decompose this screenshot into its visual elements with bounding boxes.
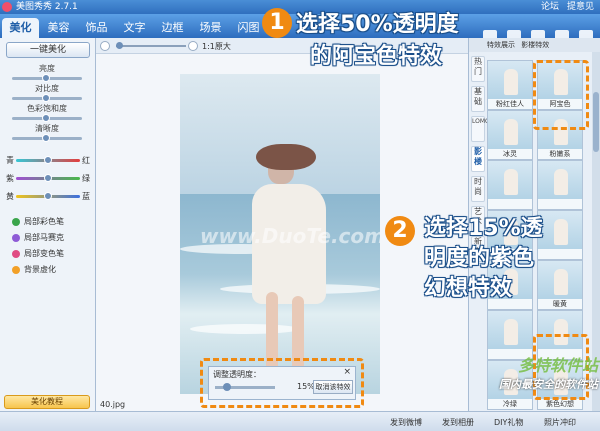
thumb-figure xyxy=(504,319,518,345)
thumb-figure xyxy=(504,119,518,145)
effect-thumb-label xyxy=(488,199,532,209)
app-logo-icon xyxy=(2,2,12,12)
share-album-link[interactable]: 发到相册 xyxy=(442,417,474,428)
step-2-badge: 2 xyxy=(385,216,415,246)
effect-thumb[interactable] xyxy=(537,160,583,210)
tab-scene[interactable]: 场景 xyxy=(192,18,229,38)
window-title: 美图秀秀 2.7.1 xyxy=(16,2,78,12)
zoom-out-icon[interactable] xyxy=(100,41,110,51)
effects-tabs: 特效展示 影楼特效 xyxy=(469,38,600,52)
step-2-line-3: 幻想特效 xyxy=(424,276,513,301)
effect-thumb[interactable]: 暖黄 xyxy=(537,260,583,310)
effect-thumb-label: 粉红佳人 xyxy=(488,99,532,109)
zoom-slider[interactable] xyxy=(116,42,186,49)
transparency-panel: 调整透明度： × 15% 取消该特效 xyxy=(208,366,356,400)
slider-knob[interactable] xyxy=(42,134,50,142)
abao-highlight xyxy=(533,60,589,130)
status-bar: 发到微博 发到相册 DIY礼物 照片冲印 xyxy=(0,411,600,431)
tab-studio-effect[interactable]: 影楼特效 xyxy=(521,41,549,49)
slider-knob[interactable] xyxy=(42,94,50,102)
share-weibo-link[interactable]: 发到微博 xyxy=(390,417,422,428)
effect-thumb[interactable] xyxy=(537,210,583,260)
local-mosaic-tool[interactable]: 局部马赛克 xyxy=(12,232,64,244)
left-panel: 一键美化 亮度 对比度 色彩饱和度 清晰度 青 红 紫 绿 黄 蓝 局部彩色笔 … xyxy=(0,38,96,431)
effect-thumb-label: 粉嫩系 xyxy=(538,149,582,159)
recolor-pen-icon xyxy=(12,250,20,258)
tab-accessories[interactable]: 饰品 xyxy=(78,18,115,38)
file-name: 40.jpg xyxy=(100,400,126,409)
zoom-knob[interactable] xyxy=(116,42,123,49)
slider-knob[interactable] xyxy=(42,114,50,122)
background-blur-tool[interactable]: 背景虚化 xyxy=(12,264,56,276)
effect-thumb-label xyxy=(538,199,582,209)
category-hot[interactable]: 热门 xyxy=(471,56,485,82)
thumb-figure xyxy=(504,169,518,195)
category-studio[interactable]: 影楼 xyxy=(471,146,485,172)
sharpness-slider[interactable]: 清晰度 xyxy=(4,124,90,143)
yellow-blue-slider[interactable]: 黄 蓝 xyxy=(4,190,92,202)
effect-thumb[interactable]: 粉红佳人 xyxy=(487,60,533,110)
photo-print-link[interactable]: 照片冲印 xyxy=(544,417,576,428)
beautify-tutorial-button[interactable]: 美化教程 xyxy=(4,395,90,409)
thumb-figure xyxy=(554,269,568,295)
thumb-figure xyxy=(504,69,518,95)
tab-text[interactable]: 文字 xyxy=(116,18,153,38)
slider-knob[interactable] xyxy=(44,192,52,200)
step-1-badge: 1 xyxy=(262,8,292,38)
local-color-pen-tool[interactable]: 局部彩色笔 xyxy=(12,216,64,228)
site-brand-logo: 多特软件站 国内最安全的软件站 xyxy=(499,356,598,391)
effect-thumb-label: 冷绿 xyxy=(488,399,532,409)
effect-thumb-label: 暖黄 xyxy=(538,299,582,309)
slider-knob[interactable] xyxy=(44,156,52,164)
mosaic-icon xyxy=(12,234,20,242)
purple-green-slider[interactable]: 紫 绿 xyxy=(4,172,92,184)
transparency-slider[interactable] xyxy=(215,383,275,391)
app-window: 美图秀秀 2.7.1 论坛 提意见 美化 美容 饰品 文字 边框 场景 闪图 打… xyxy=(0,0,600,431)
forum-link[interactable]: 论坛 xyxy=(541,0,559,14)
step-2-line-2: 明度的紫色 xyxy=(424,246,535,271)
one-key-beautify-button[interactable]: 一键美化 xyxy=(6,42,90,58)
slider-knob[interactable] xyxy=(223,383,231,391)
close-icon[interactable]: × xyxy=(343,367,351,377)
tab-effect-show[interactable]: 特效展示 xyxy=(487,41,515,49)
blur-icon xyxy=(12,266,20,274)
effect-thumb-label: 紫色幻想 xyxy=(538,399,582,409)
scroll-thumb[interactable] xyxy=(593,92,599,152)
thumb-figure xyxy=(554,219,568,245)
zoom-label[interactable]: 1:1原大 xyxy=(202,41,231,52)
brightness-slider[interactable]: 亮度 xyxy=(4,64,90,83)
cancel-effect-button[interactable]: 取消该特效 xyxy=(313,380,353,394)
step-1-line-2: 的阿宝色特效 xyxy=(310,44,443,69)
thumb-figure xyxy=(554,169,568,195)
effect-thumb-label: 冰灵 xyxy=(488,149,532,159)
feedback-link[interactable]: 提意见 xyxy=(567,0,594,14)
tab-face[interactable]: 美容 xyxy=(40,18,77,38)
category-fashion[interactable]: 时尚 xyxy=(471,176,485,202)
local-recolor-pen-tool[interactable]: 局部变色笔 xyxy=(12,248,64,260)
tab-beautify[interactable]: 美化 xyxy=(2,18,39,38)
step-2-line-1: 选择15%透 xyxy=(424,216,543,241)
category-lomo[interactable]: LOMO xyxy=(471,116,490,142)
slider-knob[interactable] xyxy=(42,74,50,82)
photo-canvas[interactable]: www.DuoTe.com xyxy=(180,74,380,394)
tab-frame[interactable]: 边框 xyxy=(154,18,191,38)
diy-gift-link[interactable]: DIY礼物 xyxy=(494,417,523,428)
slider-knob[interactable] xyxy=(44,174,52,182)
zoom-in-icon[interactable] xyxy=(188,41,198,51)
watermark: www.DuoTe.com xyxy=(200,224,380,248)
contrast-slider[interactable]: 对比度 xyxy=(4,84,90,103)
saturation-slider[interactable]: 色彩饱和度 xyxy=(4,104,90,123)
effect-thumb[interactable]: 冰灵 xyxy=(487,110,533,160)
step-1-line-1: 选择50%透明度 xyxy=(296,12,459,37)
effect-thumb[interactable] xyxy=(487,160,533,210)
color-pen-icon xyxy=(12,218,20,226)
category-basic[interactable]: 基础 xyxy=(471,86,485,112)
effect-thumb-label xyxy=(538,249,582,259)
cyan-red-slider[interactable]: 青 红 xyxy=(4,154,92,166)
